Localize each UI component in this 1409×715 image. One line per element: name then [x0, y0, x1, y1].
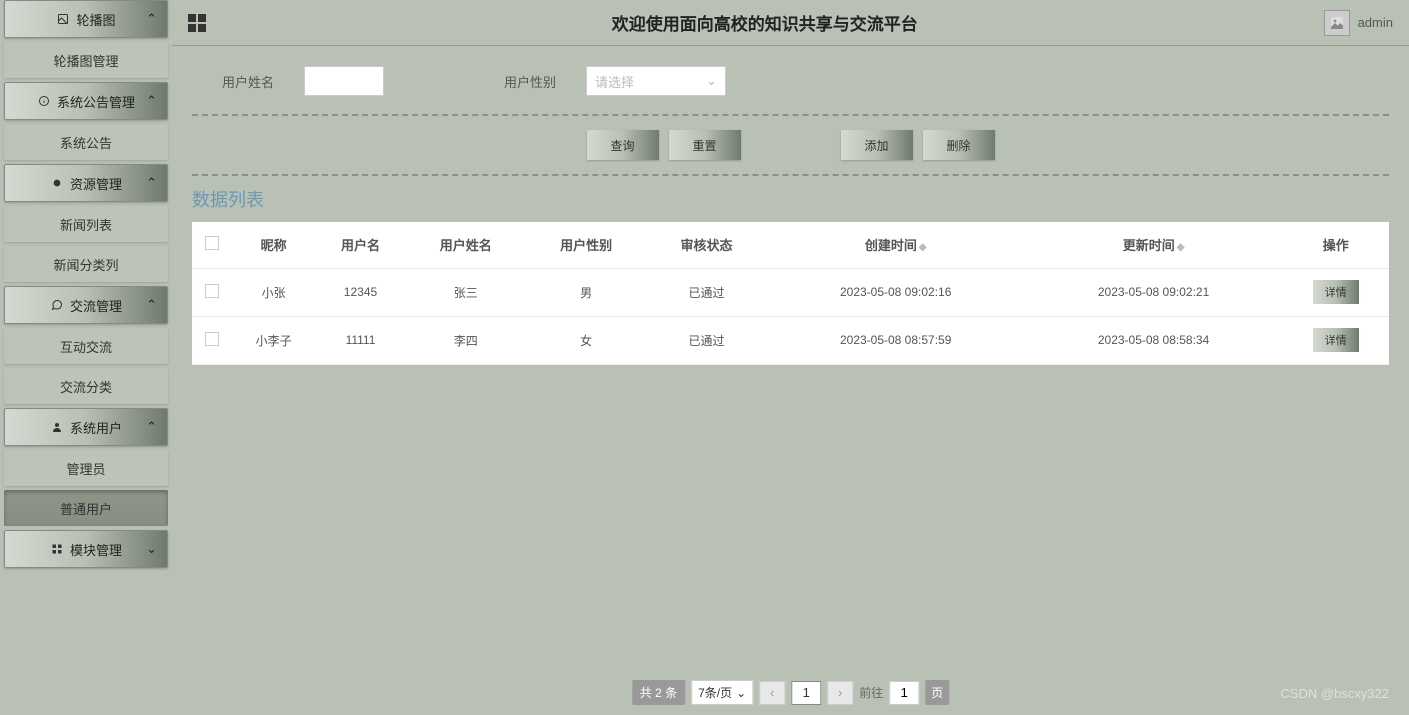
- dot-icon: [50, 176, 64, 190]
- reset-button[interactable]: 重置: [669, 130, 741, 160]
- cell-nickname: 小张: [232, 268, 315, 316]
- sidebar: 轮播图 ⌃ 轮播图管理系统公告管理 ⌃ 系统公告资源管理 ⌃ 新闻列表新闻分类列交流管理 ⌃ 互…: [0, 0, 172, 715]
- select-placeholder: 请选择: [595, 72, 634, 91]
- pagination: 共 2 条 7条/页 ⌄ ‹ 1 › 前往 页: [632, 680, 949, 705]
- menu-item[interactable]: 互动交流: [4, 328, 168, 364]
- query-button[interactable]: 查询: [587, 130, 659, 160]
- chevron-up-icon: ⌃: [146, 175, 157, 191]
- info-icon: [37, 94, 51, 108]
- main: 欢迎使用面向高校的知识共享与交流平台 admin 用户姓名 用户性别 请选择 ⌄: [172, 0, 1409, 715]
- menu-header-label: 资源管理: [70, 174, 122, 193]
- pager-next[interactable]: ›: [827, 681, 853, 705]
- cell-updated: 2023-05-08 08:58:34: [1025, 316, 1283, 364]
- detail-button[interactable]: 详情: [1313, 280, 1359, 304]
- chevron-up-icon: ⌃: [146, 93, 157, 109]
- person-icon: [50, 420, 64, 434]
- chevron-up-icon: ⌃: [146, 297, 157, 313]
- menu-header-label: 模块管理: [70, 540, 122, 559]
- column-header: 用户名: [315, 222, 405, 268]
- image-icon: [56, 12, 70, 26]
- cell-created: 2023-05-08 08:57:59: [767, 316, 1025, 364]
- username: admin: [1358, 15, 1393, 30]
- chevron-up-icon: ⌃: [146, 419, 157, 435]
- pager-per-page[interactable]: 7条/页 ⌄: [691, 680, 753, 705]
- watermark: CSDN @bscxy322: [1280, 686, 1389, 701]
- table-row: 小李子11111李四女已通过2023-05-08 08:57:592023-05…: [192, 316, 1389, 364]
- cell-status: 已通过: [646, 268, 766, 316]
- cell-nickname: 小李子: [232, 316, 315, 364]
- filter-name-label: 用户姓名: [222, 72, 274, 91]
- column-header: 昵称: [232, 222, 315, 268]
- user-area[interactable]: admin: [1324, 10, 1393, 36]
- pager-page-suffix: 页: [925, 680, 949, 705]
- menu-header-4[interactable]: 系统用户 ⌃: [4, 408, 168, 446]
- filter-gender-label: 用户性别: [504, 72, 556, 91]
- checkbox-all[interactable]: [205, 236, 219, 250]
- column-header: 用户姓名: [406, 222, 526, 268]
- data-table: 昵称用户名用户姓名用户性别审核状态创建时间◆更新时间◆操作 小张12345张三男…: [192, 222, 1389, 365]
- menu-header-0[interactable]: 轮播图 ⌃: [4, 0, 168, 38]
- filter-gender-select[interactable]: 请选择 ⌄: [586, 66, 726, 96]
- avatar-icon: [1324, 10, 1350, 36]
- menu-item[interactable]: 新闻分类列: [4, 246, 168, 282]
- content: 用户姓名 用户性别 请选择 ⌄ 查询 重置 添加 删除 数据列表: [172, 46, 1409, 715]
- filter-row: 用户姓名 用户性别 请选择 ⌄: [192, 66, 1389, 114]
- table-row: 小张12345张三男已通过2023-05-08 09:02:162023-05-…: [192, 268, 1389, 316]
- column-header: 用户性别: [526, 222, 646, 268]
- cell-username: 11111: [315, 316, 405, 364]
- delete-button[interactable]: 删除: [923, 130, 995, 160]
- detail-button[interactable]: 详情: [1313, 328, 1359, 352]
- page-title: 欢迎使用面向高校的知识共享与交流平台: [206, 10, 1324, 35]
- chevron-down-icon: ⌄: [146, 541, 157, 557]
- column-header[interactable]: 创建时间◆: [767, 222, 1025, 268]
- cell-name: 李四: [406, 316, 526, 364]
- column-header: 操作: [1283, 222, 1390, 268]
- menu-item[interactable]: 新闻列表: [4, 206, 168, 242]
- menu-item[interactable]: 系统公告: [4, 124, 168, 160]
- grid-icon: [50, 542, 64, 556]
- menu-item[interactable]: 交流分类: [4, 368, 168, 404]
- menu-header-label: 系统公告管理: [57, 92, 135, 111]
- pager-prev[interactable]: ‹: [759, 681, 785, 705]
- pager-total: 共 2 条: [632, 680, 685, 705]
- menu-item[interactable]: 普通用户: [4, 490, 168, 526]
- add-button[interactable]: 添加: [841, 130, 913, 160]
- menu-header-label: 轮播图: [76, 10, 115, 29]
- row-checkbox[interactable]: [205, 284, 219, 298]
- topbar: 欢迎使用面向高校的知识共享与交流平台 admin: [172, 0, 1409, 46]
- chevron-up-icon: ⌃: [146, 11, 157, 27]
- pager-goto-input[interactable]: [889, 681, 919, 705]
- pager-current[interactable]: 1: [791, 681, 821, 705]
- cell-updated: 2023-05-08 09:02:21: [1025, 268, 1283, 316]
- menu-header-3[interactable]: 交流管理 ⌃: [4, 286, 168, 324]
- menu-toggle-icon[interactable]: [188, 14, 206, 32]
- menu-header-label: 交流管理: [70, 296, 122, 315]
- chevron-down-icon: ⌄: [736, 686, 746, 700]
- divider: [192, 174, 1389, 176]
- cell-username: 12345: [315, 268, 405, 316]
- row-checkbox[interactable]: [205, 332, 219, 346]
- menu-header-1[interactable]: 系统公告管理 ⌃: [4, 82, 168, 120]
- cell-gender: 女: [526, 316, 646, 364]
- action-row: 查询 重置 添加 删除: [192, 126, 1389, 174]
- menu-header-2[interactable]: 资源管理 ⌃: [4, 164, 168, 202]
- menu-header-5[interactable]: 模块管理 ⌄: [4, 530, 168, 568]
- cell-name: 张三: [406, 268, 526, 316]
- cell-status: 已通过: [646, 316, 766, 364]
- chevron-down-icon: ⌄: [706, 73, 717, 89]
- cell-created: 2023-05-08 09:02:16: [767, 268, 1025, 316]
- sort-icon: ◆: [1177, 242, 1185, 253]
- pager-goto-label: 前往: [859, 684, 883, 701]
- chat-icon: [50, 298, 64, 312]
- list-title: 数据列表: [192, 186, 1389, 212]
- menu-item[interactable]: 管理员: [4, 450, 168, 486]
- sort-icon: ◆: [919, 242, 927, 253]
- divider: [192, 114, 1389, 116]
- menu-header-label: 系统用户: [70, 418, 122, 437]
- column-header[interactable]: 更新时间◆: [1025, 222, 1283, 268]
- filter-name-input[interactable]: [304, 66, 384, 96]
- column-header: 审核状态: [646, 222, 766, 268]
- menu-item[interactable]: 轮播图管理: [4, 42, 168, 78]
- cell-gender: 男: [526, 268, 646, 316]
